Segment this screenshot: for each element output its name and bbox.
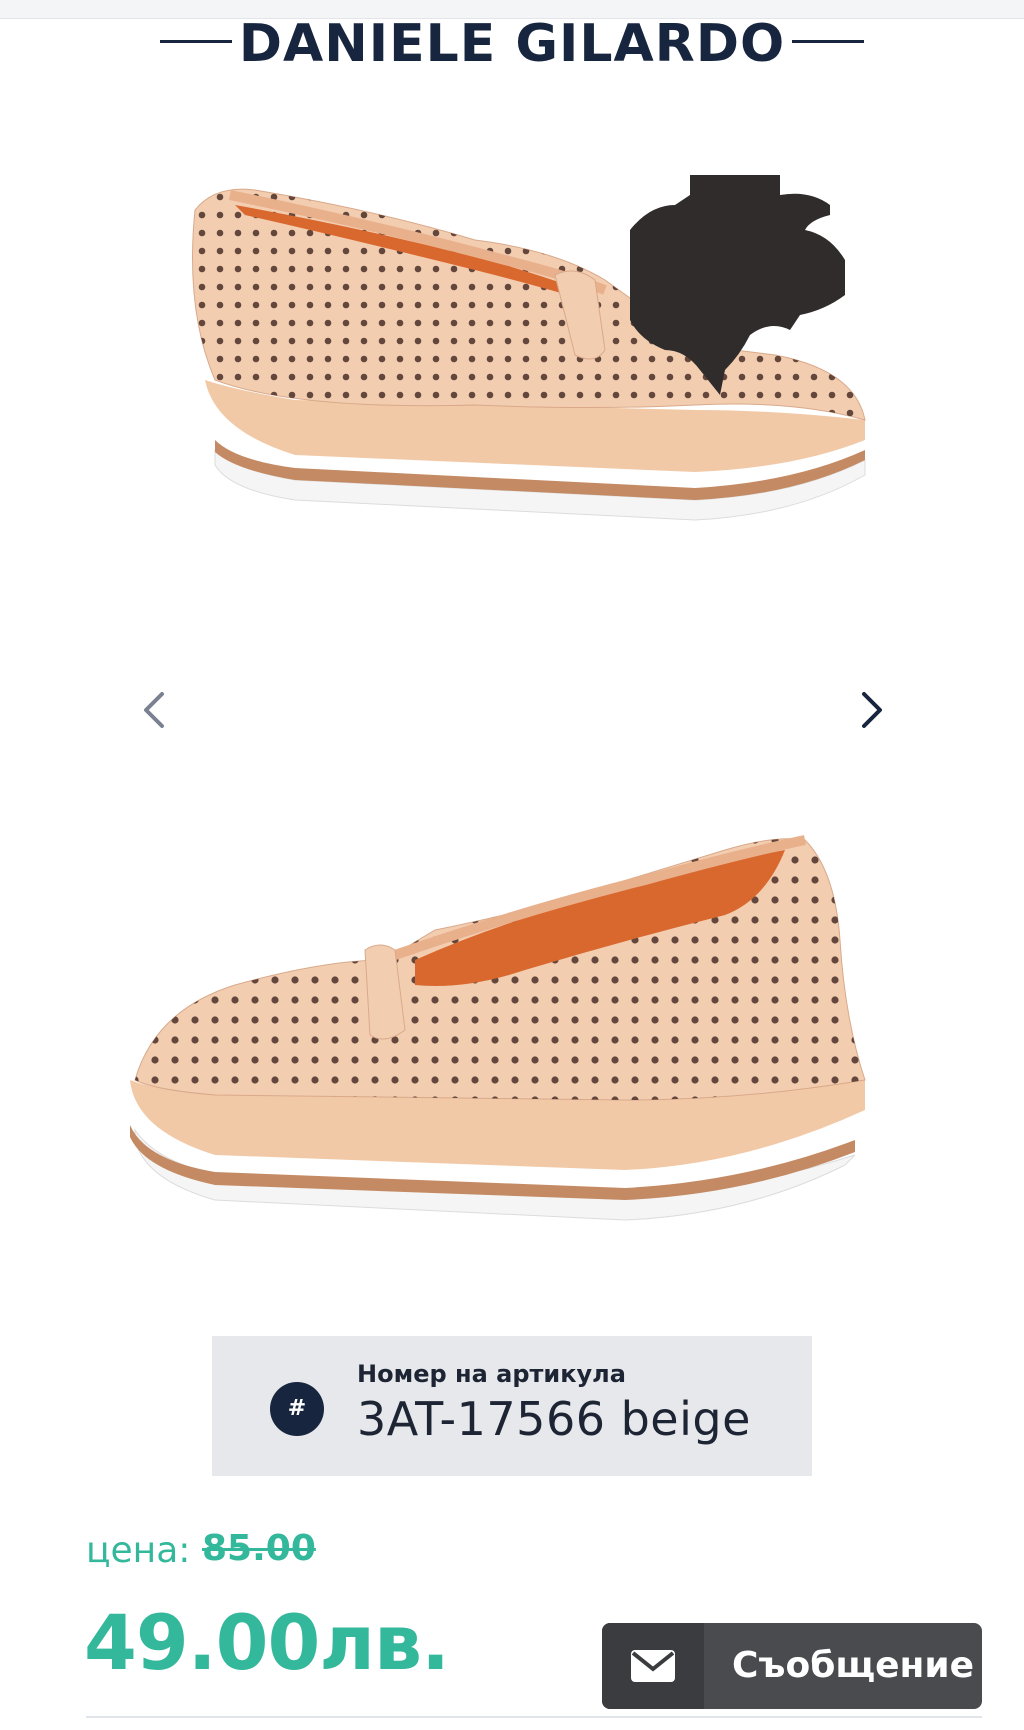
envelope-icon	[631, 1650, 675, 1682]
price-current: 49.00лв.	[84, 1598, 450, 1687]
hash-icon: #	[270, 1382, 324, 1436]
genuine-leather-icon	[630, 175, 845, 395]
sku-label: Номер на артикула	[357, 1360, 626, 1388]
product-image-front[interactable]	[125, 810, 905, 1250]
message-icon-wrap	[602, 1623, 704, 1709]
price-label: цена:	[86, 1530, 191, 1571]
chevron-left-icon[interactable]	[134, 688, 174, 732]
brand-line-right	[792, 40, 864, 43]
price-old: 85.00	[202, 1528, 316, 1569]
message-button-label: Съобщение	[732, 1645, 975, 1686]
brand-title: DANIELE GILARDO	[238, 14, 786, 74]
brand-header: DANIELE GILARDO	[0, 14, 1024, 74]
sku-value: 3AT-17566 beige	[357, 1392, 751, 1446]
divider	[86, 1716, 982, 1718]
message-button[interactable]: Съобщение	[602, 1623, 982, 1709]
sku-box: # Номер на артикула 3AT-17566 beige	[212, 1336, 812, 1476]
chevron-right-icon[interactable]	[852, 688, 892, 732]
